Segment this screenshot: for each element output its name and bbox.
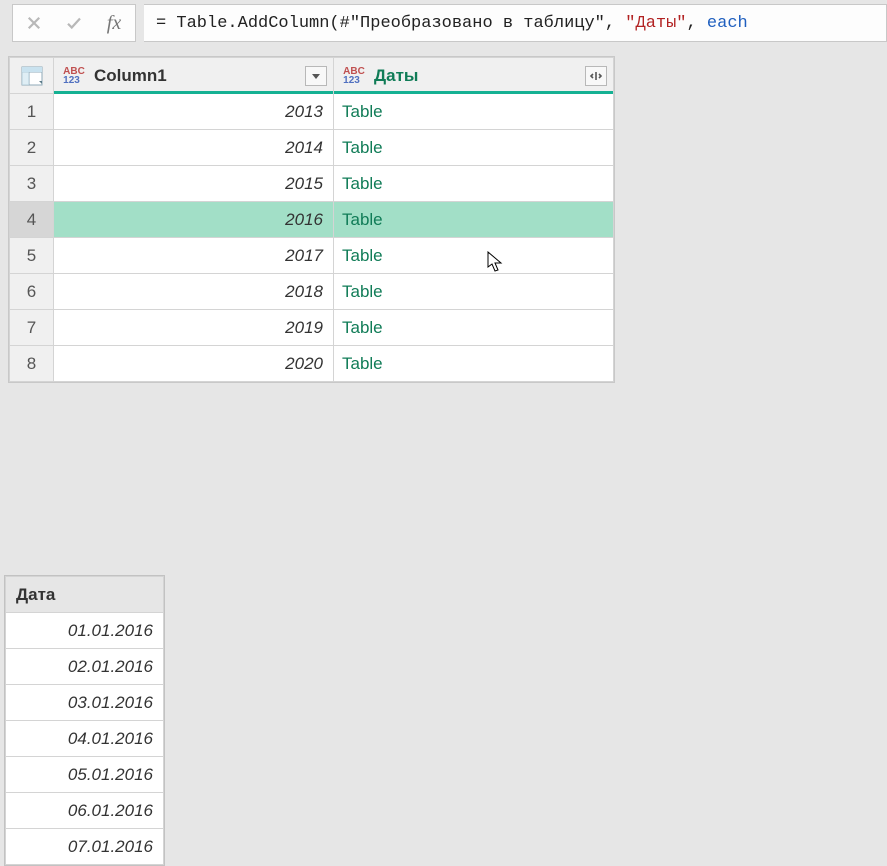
preview-row[interactable]: 05.01.2016 (6, 757, 164, 793)
quality-bar (334, 91, 613, 94)
row-header[interactable]: 6 (10, 274, 54, 310)
preview-cell[interactable]: 06.01.2016 (6, 793, 164, 829)
row-header[interactable]: 5 (10, 238, 54, 274)
formula-fn: Table.AddColumn( (176, 14, 339, 33)
data-grid: ABC 123 Column1 (8, 56, 615, 383)
cell-column1[interactable]: 2013 (54, 94, 334, 130)
cell-column1[interactable]: 2019 (54, 310, 334, 346)
column-header-dates[interactable]: ABC 123 Даты (334, 58, 614, 94)
formula-str-arg: "Даты" (625, 14, 686, 33)
preview-cell[interactable]: 05.01.2016 (6, 757, 164, 793)
select-all-corner[interactable] (10, 58, 54, 94)
formula-actions: fx (12, 4, 136, 42)
datatype-any-icon[interactable]: ABC 123 (60, 64, 88, 88)
table-row[interactable]: 22014Table (10, 130, 614, 166)
cell-column1[interactable]: 2017 (54, 238, 334, 274)
preview-row[interactable]: 07.01.2016 (6, 829, 164, 865)
preview-cell[interactable]: 04.01.2016 (6, 721, 164, 757)
cell-table-link[interactable]: Table (334, 346, 614, 382)
cell-table-link[interactable]: Table (334, 238, 614, 274)
fx-icon: fx (101, 10, 127, 36)
cell-table-link[interactable]: Table (334, 274, 614, 310)
row-header[interactable]: 1 (10, 94, 54, 130)
expand-column-button[interactable] (585, 66, 607, 86)
cell-column1[interactable]: 2015 (54, 166, 334, 202)
row-header[interactable]: 7 (10, 310, 54, 346)
column-header-column1[interactable]: ABC 123 Column1 (54, 58, 334, 94)
row-header[interactable]: 2 (10, 130, 54, 166)
cell-column1[interactable]: 2014 (54, 130, 334, 166)
cell-table-link[interactable]: Table (334, 130, 614, 166)
cell-table-link[interactable]: Table (334, 94, 614, 130)
formula-prefix: = (156, 14, 176, 33)
row-header[interactable]: 4 (10, 202, 54, 238)
formula-input[interactable]: = Table.AddColumn(#"Преобразовано в табл… (144, 4, 887, 42)
table-row[interactable]: 52017Table (10, 238, 614, 274)
cell-column1[interactable]: 2020 (54, 346, 334, 382)
preview-row[interactable]: 06.01.2016 (6, 793, 164, 829)
cell-table-link[interactable]: Table (334, 202, 614, 238)
formula-sep2: , (687, 14, 707, 33)
preview-row[interactable]: 03.01.2016 (6, 685, 164, 721)
table-row[interactable]: 62018Table (10, 274, 614, 310)
cell-column1[interactable]: 2018 (54, 274, 334, 310)
cell-column1[interactable]: 2016 (54, 202, 334, 238)
formula-kw: each (707, 14, 748, 33)
row-header[interactable]: 3 (10, 166, 54, 202)
column-filter-button[interactable] (305, 66, 327, 86)
column-name: Даты (374, 66, 579, 86)
preview-header[interactable]: Дата (6, 577, 164, 613)
row-header[interactable]: 8 (10, 346, 54, 382)
preview-cell[interactable]: 03.01.2016 (6, 685, 164, 721)
confirm-formula-button[interactable] (61, 10, 87, 36)
cell-table-link[interactable]: Table (334, 310, 614, 346)
preview-cell[interactable]: 01.01.2016 (6, 613, 164, 649)
preview-row[interactable]: 02.01.2016 (6, 649, 164, 685)
table-row[interactable]: 12013Table (10, 94, 614, 130)
cancel-formula-button[interactable] (21, 10, 47, 36)
preview-table: Дата 01.01.201602.01.201603.01.201604.01… (4, 575, 165, 866)
preview-row[interactable]: 04.01.2016 (6, 721, 164, 757)
table-row[interactable]: 82020Table (10, 346, 614, 382)
table-row[interactable]: 32015Table (10, 166, 614, 202)
formula-bar: fx = Table.AddColumn(#"Преобразовано в т… (0, 0, 887, 46)
preview-cell[interactable]: 02.01.2016 (6, 649, 164, 685)
quality-bar (54, 91, 333, 94)
column-name: Column1 (94, 66, 299, 86)
cell-table-link[interactable]: Table (334, 166, 614, 202)
preview-row[interactable]: 01.01.2016 (6, 613, 164, 649)
formula-step-ref: #"Преобразовано в таблицу" (340, 14, 605, 33)
preview-cell[interactable]: 07.01.2016 (6, 829, 164, 865)
datatype-any-icon[interactable]: ABC 123 (340, 64, 368, 88)
table-row[interactable]: 42016Table (10, 202, 614, 238)
formula-sep1: , (605, 14, 625, 33)
table-row[interactable]: 72019Table (10, 310, 614, 346)
